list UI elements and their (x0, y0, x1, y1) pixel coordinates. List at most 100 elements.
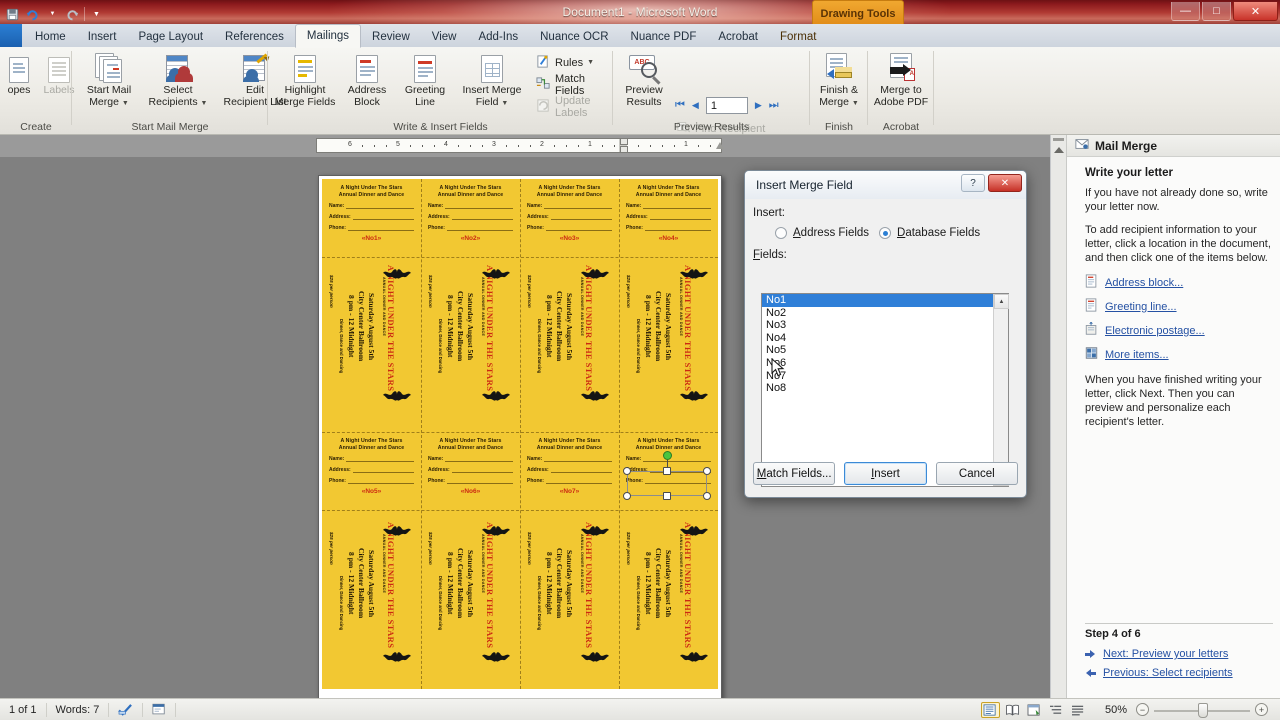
match-fields-button[interactable]: Match Fields (534, 73, 613, 97)
resize-handle-top-left[interactable] (623, 467, 631, 475)
dialog-buttons[interactable]: Match Fields... Insert Cancel (753, 462, 1018, 485)
insert-button[interactable]: Insert (844, 462, 927, 485)
ticket-main-7[interactable]: A NIGHT UNDER THE STARS ANNUAL DINNER AN… (520, 510, 619, 689)
scroll-up-button[interactable]: ▲ (994, 294, 1009, 309)
address-block-button[interactable]: Address Block (338, 51, 396, 117)
rotation-handle[interactable] (663, 451, 672, 460)
tab-home[interactable]: Home (24, 25, 77, 48)
ticket-stub-7[interactable]: A Night Under The Stars Annual Dinner an… (520, 432, 619, 510)
zoom-in-button[interactable]: + (1255, 703, 1268, 716)
tab-nuance-ocr[interactable]: Nuance OCR (529, 25, 619, 48)
list-item[interactable]: No1 (762, 294, 1008, 307)
close-icon[interactable]: ✕ (988, 174, 1022, 192)
next-record-icon[interactable]: ▶ (755, 100, 762, 111)
tab-file[interactable] (0, 24, 22, 48)
select-recipients-button[interactable]: Select Recipients ▼ (142, 51, 214, 117)
help-button[interactable]: ? (961, 174, 985, 192)
finish-and-merge-button[interactable]: Finish & Merge ▼ (808, 51, 870, 117)
merge-field-no7[interactable]: «No7» (560, 488, 580, 495)
ticket-stub-3[interactable]: A Night Under The Stars Annual Dinner an… (520, 179, 619, 257)
ticket-main-8[interactable]: A NIGHT UNDER THE STARS ANNUAL DINNER AN… (619, 510, 718, 689)
chevron-down-icon[interactable]: ▼ (587, 59, 594, 66)
resize-handle-bottom-center[interactable] (663, 492, 671, 500)
macro-icon[interactable] (143, 699, 175, 720)
ticket-main-4[interactable]: A NIGHT UNDER THE STARS ANNUAL DINNER AN… (619, 257, 718, 432)
tab-nuance-pdf[interactable]: Nuance PDF (620, 25, 708, 48)
tab-mailings[interactable]: Mailings (294, 24, 362, 48)
spell-check-icon[interactable] (109, 699, 142, 720)
task-pane-item-greeting-line[interactable]: Greeting line... (1085, 298, 1273, 315)
highlight-merge-fields-button[interactable]: Highlight Merge Fields (272, 51, 338, 117)
web-layout-icon[interactable] (1025, 702, 1044, 718)
preview-results-button[interactable]: ABC Preview Results (615, 51, 673, 117)
address-fields-radio-row[interactable]: AAddress Fieldsddress Fields (753, 227, 879, 239)
resize-handle-bottom-right[interactable] (703, 492, 711, 500)
insert-radio-group[interactable]: AAddress Fieldsddress Fields Database Fi… (753, 227, 1018, 239)
ticket-main-5[interactable]: A NIGHT UNDER THE STARS ANNUAL DINNER AN… (322, 510, 421, 689)
record-number-input[interactable]: 1 (705, 97, 748, 114)
tab-insert[interactable]: Insert (77, 25, 128, 48)
merge-field-no2[interactable]: «No2» (461, 235, 481, 242)
list-item[interactable]: No7 (762, 370, 1008, 383)
merge-to-adobe-pdf-button[interactable]: A Merge to Adobe PDF (868, 51, 934, 117)
list-item[interactable]: No5 (762, 344, 1008, 357)
hanging-indent-marker[interactable] (620, 146, 628, 153)
database-fields-radio[interactable] (879, 227, 891, 239)
list-item[interactable]: No8 (762, 382, 1008, 395)
ticket-stub-4[interactable]: A Night Under The Stars Annual Dinner an… (619, 179, 718, 257)
list-item[interactable]: No2 (762, 307, 1008, 320)
more-items-link[interactable]: More items... (1105, 349, 1169, 361)
maximize-button[interactable]: □ (1202, 2, 1231, 21)
record-navigation[interactable]: ⏮ ◀ 1 ▶ ⏭ (675, 97, 779, 114)
ticket-stub-1[interactable]: A Night Under The Stars Annual Dinner an… (322, 179, 421, 257)
next-step-link[interactable]: Next: Preview your letters (1103, 648, 1228, 660)
zoom-thumb[interactable] (1198, 702, 1208, 718)
chevron-down-icon[interactable]: ▼ (501, 100, 508, 107)
tab-review[interactable]: Review (361, 25, 421, 48)
cancel-button[interactable]: Cancel (935, 462, 1018, 485)
match-fields-button[interactable]: Match Fields... (753, 462, 836, 485)
tab-view[interactable]: View (421, 25, 468, 48)
document-page[interactable]: A Night Under The Stars Annual Dinner an… (318, 175, 722, 720)
ticket-main-1[interactable]: A NIGHT UNDER THE STARS ANNUAL DINNER AN… (322, 257, 421, 432)
merge-field-no1[interactable]: «No1» (362, 235, 382, 242)
merge-field-no6[interactable]: «No6» (461, 488, 481, 495)
task-pane-item-electronic-postage[interactable]: Electronic postage... (1085, 321, 1273, 339)
address-fields-radio[interactable] (775, 227, 787, 239)
tab-format[interactable]: Format (769, 25, 827, 48)
scroll-up-icon[interactable] (1053, 147, 1064, 153)
insert-merge-field-dialog[interactable]: Insert Merge Field ? ✕ Insert: AAddress … (744, 170, 1027, 498)
ticket-stub-2[interactable]: A Night Under The Stars Annual Dinner an… (421, 179, 520, 257)
ticket-main-2[interactable]: A NIGHT UNDER THE STARS ANNUAL DINNER AN… (421, 257, 520, 432)
ticket-sheet[interactable]: A Night Under The Stars Annual Dinner an… (322, 179, 718, 689)
zoom-level[interactable]: 50% (1096, 699, 1136, 720)
dialog-window-buttons[interactable]: ? ✕ (961, 174, 1022, 192)
full-screen-reading-icon[interactable] (1003, 702, 1022, 718)
merge-field-no5[interactable]: «No5» (362, 488, 382, 495)
last-record-icon[interactable]: ⏭ (769, 99, 779, 112)
greeting-line-link[interactable]: Greeting line... (1105, 301, 1177, 313)
page-indicator[interactable]: 1 of 1 (0, 699, 46, 720)
print-layout-icon[interactable] (980, 701, 1000, 718)
right-indent-marker[interactable] (716, 142, 724, 149)
close-button[interactable]: ✕ (1233, 2, 1278, 21)
first-record-icon[interactable]: ⏮ (675, 99, 685, 112)
ticket-stub-6[interactable]: A Night Under The Stars Annual Dinner an… (421, 432, 520, 510)
ticket-stub-5[interactable]: A Night Under The Stars Annual Dinner an… (322, 432, 421, 510)
chevron-down-icon[interactable]: ▼ (852, 100, 859, 107)
listbox-scrollbar[interactable]: ▲ ▼ (993, 294, 1009, 486)
start-mail-merge-button[interactable]: Start Mail Merge ▼ (76, 51, 142, 117)
horizontal-ruler[interactable]: 6 5 4 3 2 1 1 (0, 135, 1050, 157)
resize-handle-top-right[interactable] (703, 467, 711, 475)
tab-add-ins[interactable]: Add-Ins (467, 25, 529, 48)
task-pane-item-more-items[interactable]: More items... (1085, 346, 1273, 363)
address-block-link[interactable]: Address block... (1105, 277, 1183, 289)
tab-references[interactable]: References (214, 25, 295, 48)
insert-merge-field-button[interactable]: Insert Merge Field ▼ (454, 51, 530, 117)
task-pane-previous-step[interactable]: Previous: Select recipients (1085, 667, 1273, 679)
merge-field-no4[interactable]: «No4» (659, 235, 679, 242)
rules-button[interactable]: Rules ▼ (534, 53, 596, 72)
resize-handle-top-center[interactable] (663, 467, 671, 475)
ticket-main-6[interactable]: A NIGHT UNDER THE STARS ANNUAL DINNER AN… (421, 510, 520, 689)
draft-icon[interactable] (1069, 702, 1088, 718)
